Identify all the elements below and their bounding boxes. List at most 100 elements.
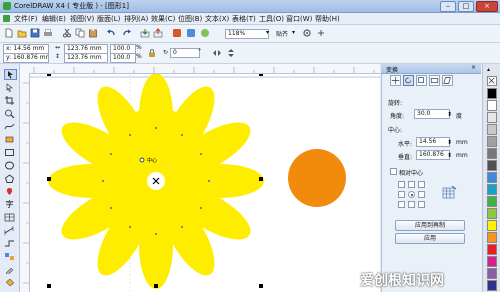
anchor-bottom-left[interactable]	[398, 201, 405, 208]
height-field[interactable]: 123.76 mm	[64, 53, 108, 63]
palette-swatch[interactable]	[487, 88, 497, 99]
palette-swatch[interactable]	[487, 100, 497, 111]
anchor-bottom-right[interactable]	[418, 201, 425, 208]
palette-scroll-up-icon[interactable]: ▴	[487, 66, 490, 73]
freehand-tool-icon[interactable]	[4, 122, 15, 131]
zoom-level-select[interactable]: 118%	[225, 29, 269, 39]
lock-ratio-icon[interactable]	[147, 48, 157, 58]
palette-swatch[interactable]	[487, 172, 497, 183]
undo-icon[interactable]	[106, 28, 116, 38]
mirror-vertical-icon[interactable]	[226, 48, 236, 58]
menu-bitmaps[interactable]: 位图(B)	[178, 14, 202, 24]
anchor-middle-center[interactable]	[408, 191, 415, 198]
copy-icon[interactable]	[75, 28, 85, 38]
no-color-swatch[interactable]	[487, 76, 497, 86]
menu-window[interactable]: 窗口(W)	[286, 14, 312, 24]
flower-shape[interactable]: 中心	[48, 74, 264, 289]
welcome-icon[interactable]	[186, 28, 196, 38]
basic-shapes-tool-icon[interactable]	[4, 187, 15, 196]
text-tool-icon[interactable]: 字	[4, 200, 15, 209]
snap-to-label[interactable]: 贴齐	[276, 29, 288, 38]
mirror-horizontal-icon[interactable]	[212, 48, 222, 58]
palette-swatch[interactable]	[487, 160, 497, 171]
print-icon[interactable]	[43, 28, 53, 38]
rectangle-tool-icon[interactable]	[4, 148, 15, 157]
center-horizontal-field[interactable]: 14.56	[416, 137, 450, 147]
anchor-middle-right[interactable]	[418, 191, 425, 198]
crop-tool-icon[interactable]	[4, 96, 15, 105]
shape-tool-icon[interactable]	[4, 83, 15, 92]
redo-icon[interactable]	[122, 28, 132, 38]
cut-icon[interactable]	[62, 28, 72, 38]
palette-swatch[interactable]	[487, 220, 497, 231]
palette-swatch[interactable]	[487, 256, 497, 267]
orange-circle-shape[interactable]	[288, 149, 346, 207]
palette-swatch[interactable]	[487, 124, 497, 135]
apply-to-duplicate-button[interactable]: 应用到再制	[395, 220, 465, 231]
tab-rotate[interactable]	[403, 75, 414, 86]
new-icon[interactable]	[4, 28, 14, 38]
minimize-button[interactable]: –	[440, 1, 456, 12]
snap-dropdown-icon[interactable]: ▾	[292, 29, 295, 36]
open-icon[interactable]	[17, 28, 27, 38]
angle-field[interactable]: 0	[170, 48, 200, 58]
options-icon[interactable]	[302, 28, 312, 38]
corel-online-icon[interactable]	[200, 28, 210, 38]
palette-swatch[interactable]	[487, 208, 497, 219]
palette-swatch[interactable]	[487, 184, 497, 195]
menu-text[interactable]: 文本(X)	[205, 14, 229, 24]
menu-arrange[interactable]: 排列(A)	[124, 14, 148, 24]
ellipse-tool-icon[interactable]	[4, 161, 15, 170]
polygon-tool-icon[interactable]	[4, 174, 15, 183]
tab-scale-mirror[interactable]	[416, 75, 427, 86]
rotation-angle-field[interactable]: 30.0	[414, 109, 450, 119]
export-icon[interactable]	[153, 28, 163, 38]
menu-table[interactable]: 表格(T)	[232, 14, 256, 24]
center-anchor-handle[interactable]	[139, 157, 145, 163]
menu-help[interactable]: 帮助(H)	[315, 14, 340, 24]
anchor-bottom-center[interactable]	[408, 201, 415, 208]
anchor-top-center[interactable]	[408, 181, 415, 188]
restore-button[interactable]: □	[458, 1, 474, 12]
palette-swatch[interactable]	[487, 268, 497, 279]
tab-skew[interactable]	[442, 75, 453, 86]
parallel-dimension-tool-icon[interactable]	[4, 226, 15, 235]
palette-swatch[interactable]	[487, 136, 497, 147]
tab-size[interactable]	[429, 75, 440, 86]
palette-swatch[interactable]	[487, 244, 497, 255]
angle-spin-icon[interactable]: ⬍	[447, 111, 452, 118]
scale-y-field[interactable]: 100.0	[110, 53, 136, 63]
menu-tools[interactable]: 工具(O)	[259, 14, 284, 24]
menu-effects[interactable]: 效果(C)	[151, 14, 175, 24]
pick-tool-icon[interactable]	[4, 69, 17, 80]
drawing-canvas[interactable]: 中心	[30, 74, 380, 292]
docker-close-icon[interactable]: ×	[471, 64, 476, 71]
anchor-top-right[interactable]	[418, 181, 425, 188]
palette-swatch[interactable]	[487, 280, 497, 291]
palette-swatch[interactable]	[487, 232, 497, 243]
tab-position[interactable]	[390, 75, 401, 86]
save-icon[interactable]	[30, 28, 40, 38]
table-tool-icon[interactable]	[4, 213, 15, 222]
application-launcher-icon[interactable]	[172, 28, 182, 38]
menu-file[interactable]: 文件(F)	[14, 14, 38, 24]
anchor-middle-left[interactable]	[398, 191, 405, 198]
blend-tool-icon[interactable]	[4, 252, 15, 261]
more-options-icon[interactable]	[316, 28, 326, 38]
menu-edit[interactable]: 编辑(E)	[42, 14, 66, 24]
apply-button[interactable]: 应用	[395, 233, 465, 244]
palette-swatch[interactable]	[487, 148, 497, 159]
menu-view[interactable]: 视图(V)	[70, 14, 94, 24]
center-vertical-field[interactable]: 160.876	[416, 150, 450, 160]
smart-fill-tool-icon[interactable]	[4, 135, 15, 144]
paste-icon[interactable]	[88, 28, 98, 38]
zoom-dropdown-icon[interactable]: ▾	[266, 29, 269, 36]
palette-swatch[interactable]	[487, 196, 497, 207]
vertical-spin-icon[interactable]: ⬍	[447, 152, 452, 159]
close-button[interactable]: ×	[476, 1, 498, 12]
horizontal-spin-icon[interactable]: ⬍	[447, 139, 452, 146]
connector-tool-icon[interactable]	[4, 239, 15, 248]
relative-center-checkbox[interactable]	[390, 168, 397, 175]
zoom-tool-icon[interactable]	[4, 109, 15, 118]
menu-layout[interactable]: 版面(L)	[97, 14, 120, 24]
